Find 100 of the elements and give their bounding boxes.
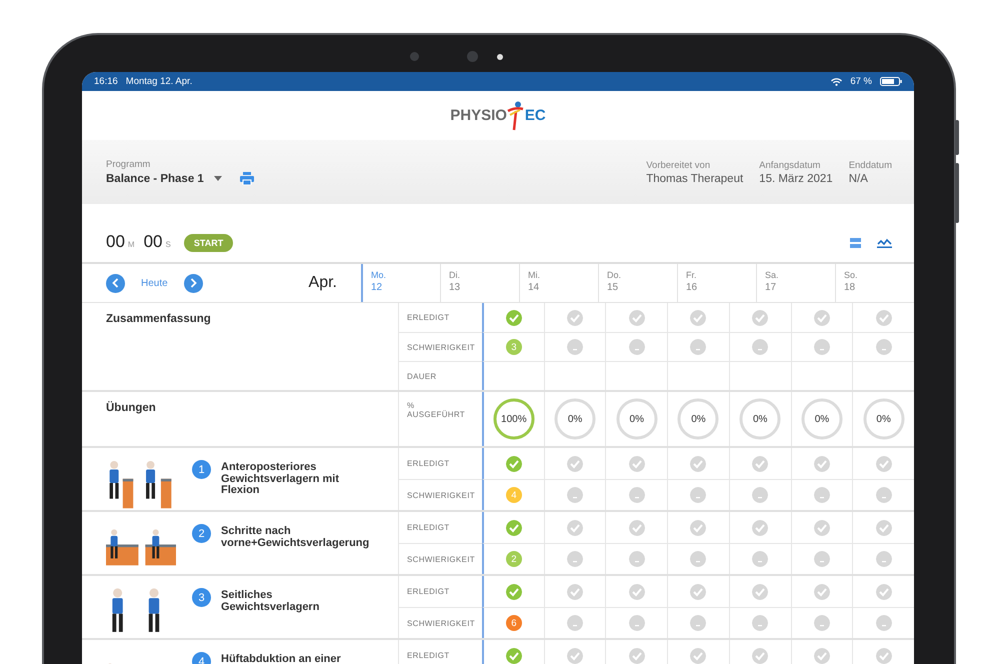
day-header[interactable]: Mo. 12 <box>361 264 440 302</box>
day-header[interactable]: Do. 15 <box>598 264 677 302</box>
completion-check[interactable] <box>814 456 830 472</box>
completion-check[interactable] <box>752 584 768 600</box>
completion-check[interactable] <box>628 520 645 536</box>
unrated-icon[interactable] <box>690 551 706 567</box>
completion-check[interactable] <box>752 520 768 536</box>
progress-ring <box>492 398 535 440</box>
unrated-icon[interactable] <box>567 551 584 567</box>
completion-check[interactable] <box>567 456 584 472</box>
unrated-icon[interactable] <box>752 615 768 631</box>
weekday: So. <box>844 270 859 280</box>
chart-view-icon[interactable] <box>877 238 892 248</box>
unrated-icon[interactable] <box>690 615 706 631</box>
exercise-name[interactable]: Seitliches Gewichtsverlagern <box>221 590 371 614</box>
completion-check[interactable] <box>567 584 584 600</box>
section-title: Übungen <box>106 402 156 414</box>
caret-icon[interactable] <box>214 176 222 181</box>
completion-check[interactable] <box>690 520 706 536</box>
today-link[interactable]: Heute <box>141 278 168 288</box>
completion-check[interactable] <box>752 648 768 664</box>
exercise-name[interactable]: Schritte nach vorne+Gewichtsverlagerung <box>221 526 371 550</box>
day-date: 16 <box>686 282 698 293</box>
prepared-by-label: Vorbereitet von <box>646 160 712 170</box>
completion-check[interactable] <box>567 648 584 664</box>
section-title: Zusammenfassung <box>106 313 211 325</box>
completion-check[interactable] <box>506 520 522 536</box>
previous-week-button[interactable] <box>106 274 125 292</box>
completion-check[interactable] <box>628 456 645 472</box>
completion-check[interactable] <box>814 584 830 600</box>
completion-check[interactable] <box>690 310 706 326</box>
progress-percent: 0% <box>876 414 891 424</box>
completion-check[interactable] <box>506 456 522 472</box>
completion-check[interactable] <box>752 456 768 472</box>
completion-check[interactable] <box>690 584 706 600</box>
completion-check[interactable] <box>814 310 830 326</box>
unrated-icon[interactable] <box>752 487 768 503</box>
completion-check[interactable] <box>690 648 706 664</box>
completion-check[interactable] <box>876 310 892 326</box>
progress-percent: 0% <box>568 414 582 424</box>
progress-percent: 0% <box>691 414 706 424</box>
unrated-icon[interactable] <box>876 615 892 631</box>
completion-check[interactable] <box>876 648 892 664</box>
list-view-icon[interactable] <box>850 238 861 248</box>
unrated-icon[interactable] <box>814 551 830 567</box>
weekday: Do. <box>607 270 622 280</box>
completion-check[interactable] <box>628 584 645 600</box>
progress-ring <box>554 398 596 440</box>
start-button[interactable]: START <box>184 234 234 252</box>
unrated-icon[interactable] <box>628 339 645 355</box>
day-date: 17 <box>765 282 778 293</box>
print-icon[interactable] <box>240 172 254 185</box>
day-header[interactable]: Fr. 16 <box>677 264 756 302</box>
completion-check[interactable] <box>690 456 706 472</box>
unrated-icon[interactable] <box>690 487 706 503</box>
unrated-icon[interactable] <box>876 551 892 567</box>
completion-check[interactable] <box>628 310 645 326</box>
difficulty-rating[interactable]: 6 <box>506 615 522 631</box>
completion-check[interactable] <box>876 520 892 536</box>
start-date-label: Anfangsdatum <box>759 160 822 170</box>
completion-check[interactable] <box>506 648 522 664</box>
unrated-icon[interactable] <box>876 487 892 503</box>
completion-check[interactable] <box>506 584 522 600</box>
unrated-icon[interactable] <box>752 551 768 567</box>
unrated-icon[interactable] <box>752 339 768 355</box>
wifi-icon <box>831 78 842 86</box>
completion-check[interactable] <box>752 310 768 326</box>
unrated-icon[interactable] <box>628 487 645 503</box>
weekday: Mi. <box>528 270 541 280</box>
unrated-icon[interactable] <box>628 615 645 631</box>
exercise-name[interactable]: Anteroposteriores Gewichtsverlagern mit Flexion <box>221 462 371 497</box>
unrated-icon[interactable] <box>876 339 892 355</box>
program-select[interactable]: Balance - Phase 1 <box>106 172 204 184</box>
completion-check[interactable] <box>814 648 830 664</box>
month-label: Apr. <box>308 274 337 292</box>
unrated-icon[interactable] <box>690 339 706 355</box>
day-header[interactable]: So. 18 <box>835 264 914 302</box>
completion-check[interactable] <box>628 648 645 664</box>
unrated-icon[interactable] <box>567 339 584 355</box>
completion-check[interactable] <box>567 520 584 536</box>
day-date: 12 <box>371 282 384 293</box>
unrated-icon[interactable] <box>814 615 830 631</box>
chevron-left-icon[interactable] <box>112 278 119 288</box>
completion-check[interactable] <box>876 584 892 600</box>
completion-check[interactable] <box>567 310 584 326</box>
unrated-icon[interactable] <box>567 487 584 503</box>
unrated-icon[interactable] <box>814 339 830 355</box>
exercise-name[interactable]: Hüftabduktion an einer <box>221 654 371 664</box>
day-header[interactable]: Di. 13 <box>440 264 519 302</box>
unrated-icon[interactable] <box>567 615 584 631</box>
day-header[interactable]: Sa. 17 <box>756 264 835 302</box>
completion-check[interactable] <box>814 520 830 536</box>
progress-ring <box>862 398 905 440</box>
day-header[interactable]: Mi. 14 <box>519 264 598 302</box>
chevron-right-icon[interactable] <box>190 278 197 288</box>
completion-check[interactable] <box>876 456 892 472</box>
completion-check[interactable] <box>506 310 522 326</box>
unrated-icon[interactable] <box>814 487 830 503</box>
unrated-icon[interactable] <box>628 551 645 567</box>
next-week-button[interactable] <box>184 274 203 292</box>
